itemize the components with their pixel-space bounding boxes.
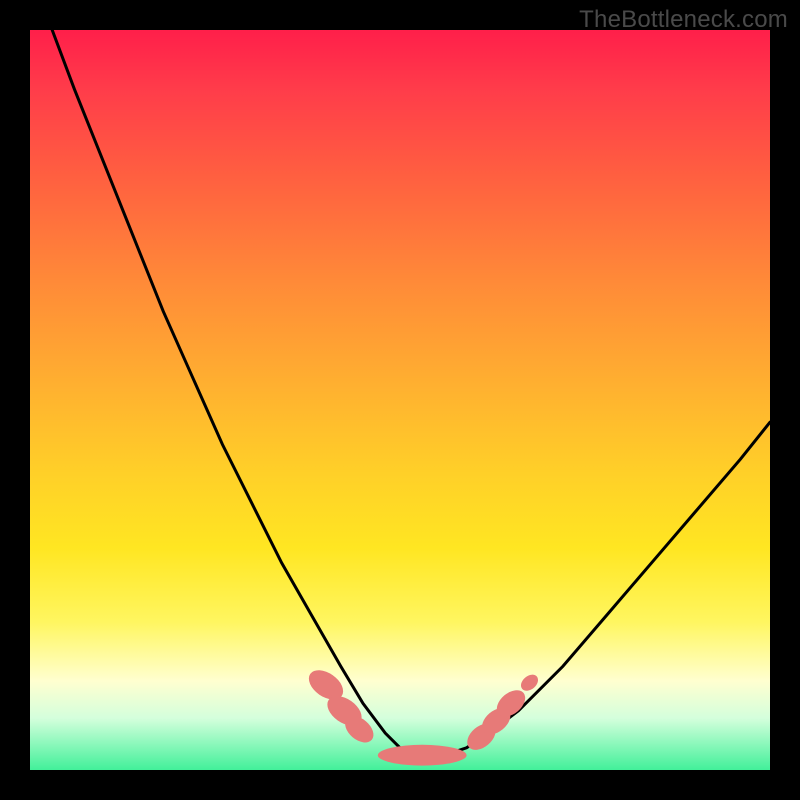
bottleneck-curve [52,30,770,755]
curve-layer [52,30,770,755]
chart-svg [30,30,770,770]
chart-frame: TheBottleneck.com [0,0,800,800]
marker-layer [304,664,542,765]
plot-area [30,30,770,770]
bottom-bar [378,745,467,766]
